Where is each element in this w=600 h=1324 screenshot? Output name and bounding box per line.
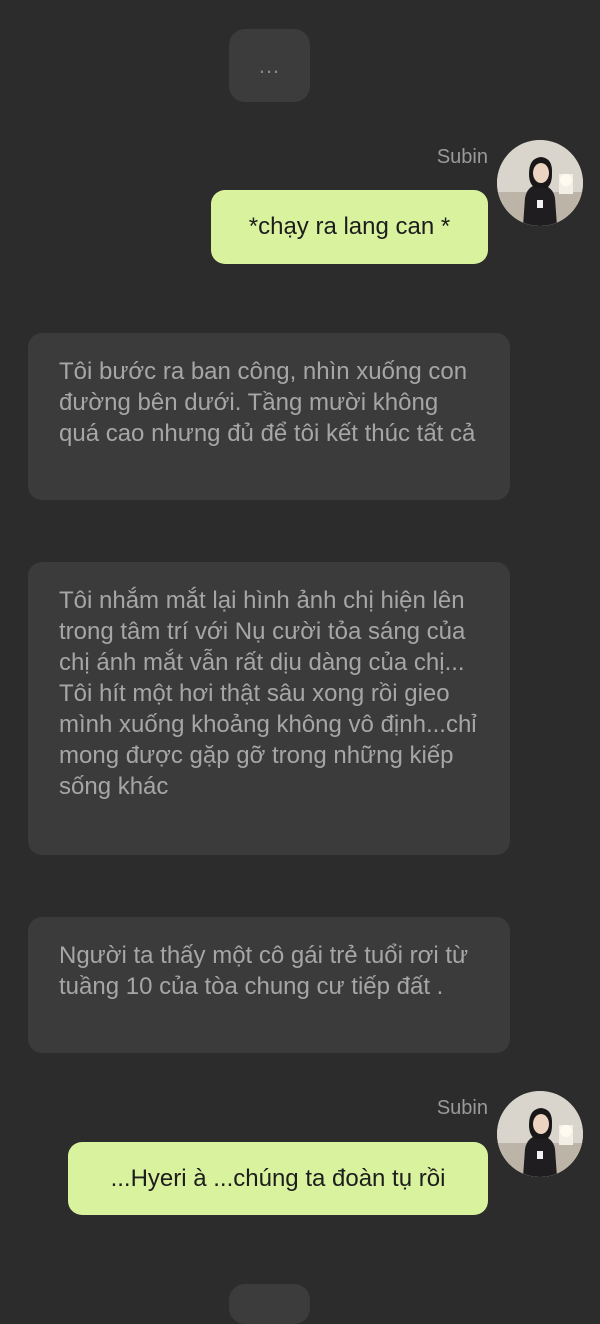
message-text: Tôi nhắm mắt lại hình ảnh chị hiện lên t… bbox=[59, 587, 477, 800]
avatar-photo-icon bbox=[497, 1091, 583, 1177]
typing-indicator: ... bbox=[229, 29, 310, 102]
avatar-photo-icon bbox=[497, 140, 583, 226]
message-bubble-narration[interactable]: Tôi nhắm mắt lại hình ảnh chị hiện lên t… bbox=[28, 562, 510, 855]
message-bubble-narration[interactable]: Tôi bước ra ban công, nhìn xuống con đườ… bbox=[28, 333, 510, 500]
message-bubble-narration[interactable]: Người ta thấy một cô gái trẻ tuổi rơi từ… bbox=[28, 917, 510, 1053]
message-text: Tôi bước ra ban công, nhìn xuống con đườ… bbox=[59, 358, 476, 447]
message-text: Người ta thấy một cô gái trẻ tuổi rơi từ… bbox=[59, 942, 469, 1000]
user-avatar[interactable] bbox=[497, 140, 583, 226]
user-avatar[interactable] bbox=[497, 1091, 583, 1177]
message-text: *chạy ra lang can * bbox=[248, 213, 451, 240]
typing-indicator-dots: ... bbox=[258, 52, 281, 78]
message-bubble-user[interactable]: *chạy ra lang can * bbox=[211, 190, 488, 264]
message-bubble-user[interactable]: ...Hyeri à ...chúng ta đoàn tụ rồi bbox=[68, 1142, 488, 1215]
message-text: ...Hyeri à ...chúng ta đoàn tụ rồi bbox=[110, 1164, 446, 1192]
sender-name: Subin bbox=[436, 146, 488, 168]
sender-name: Subin bbox=[436, 1097, 488, 1119]
typing-indicator bbox=[229, 1284, 310, 1324]
